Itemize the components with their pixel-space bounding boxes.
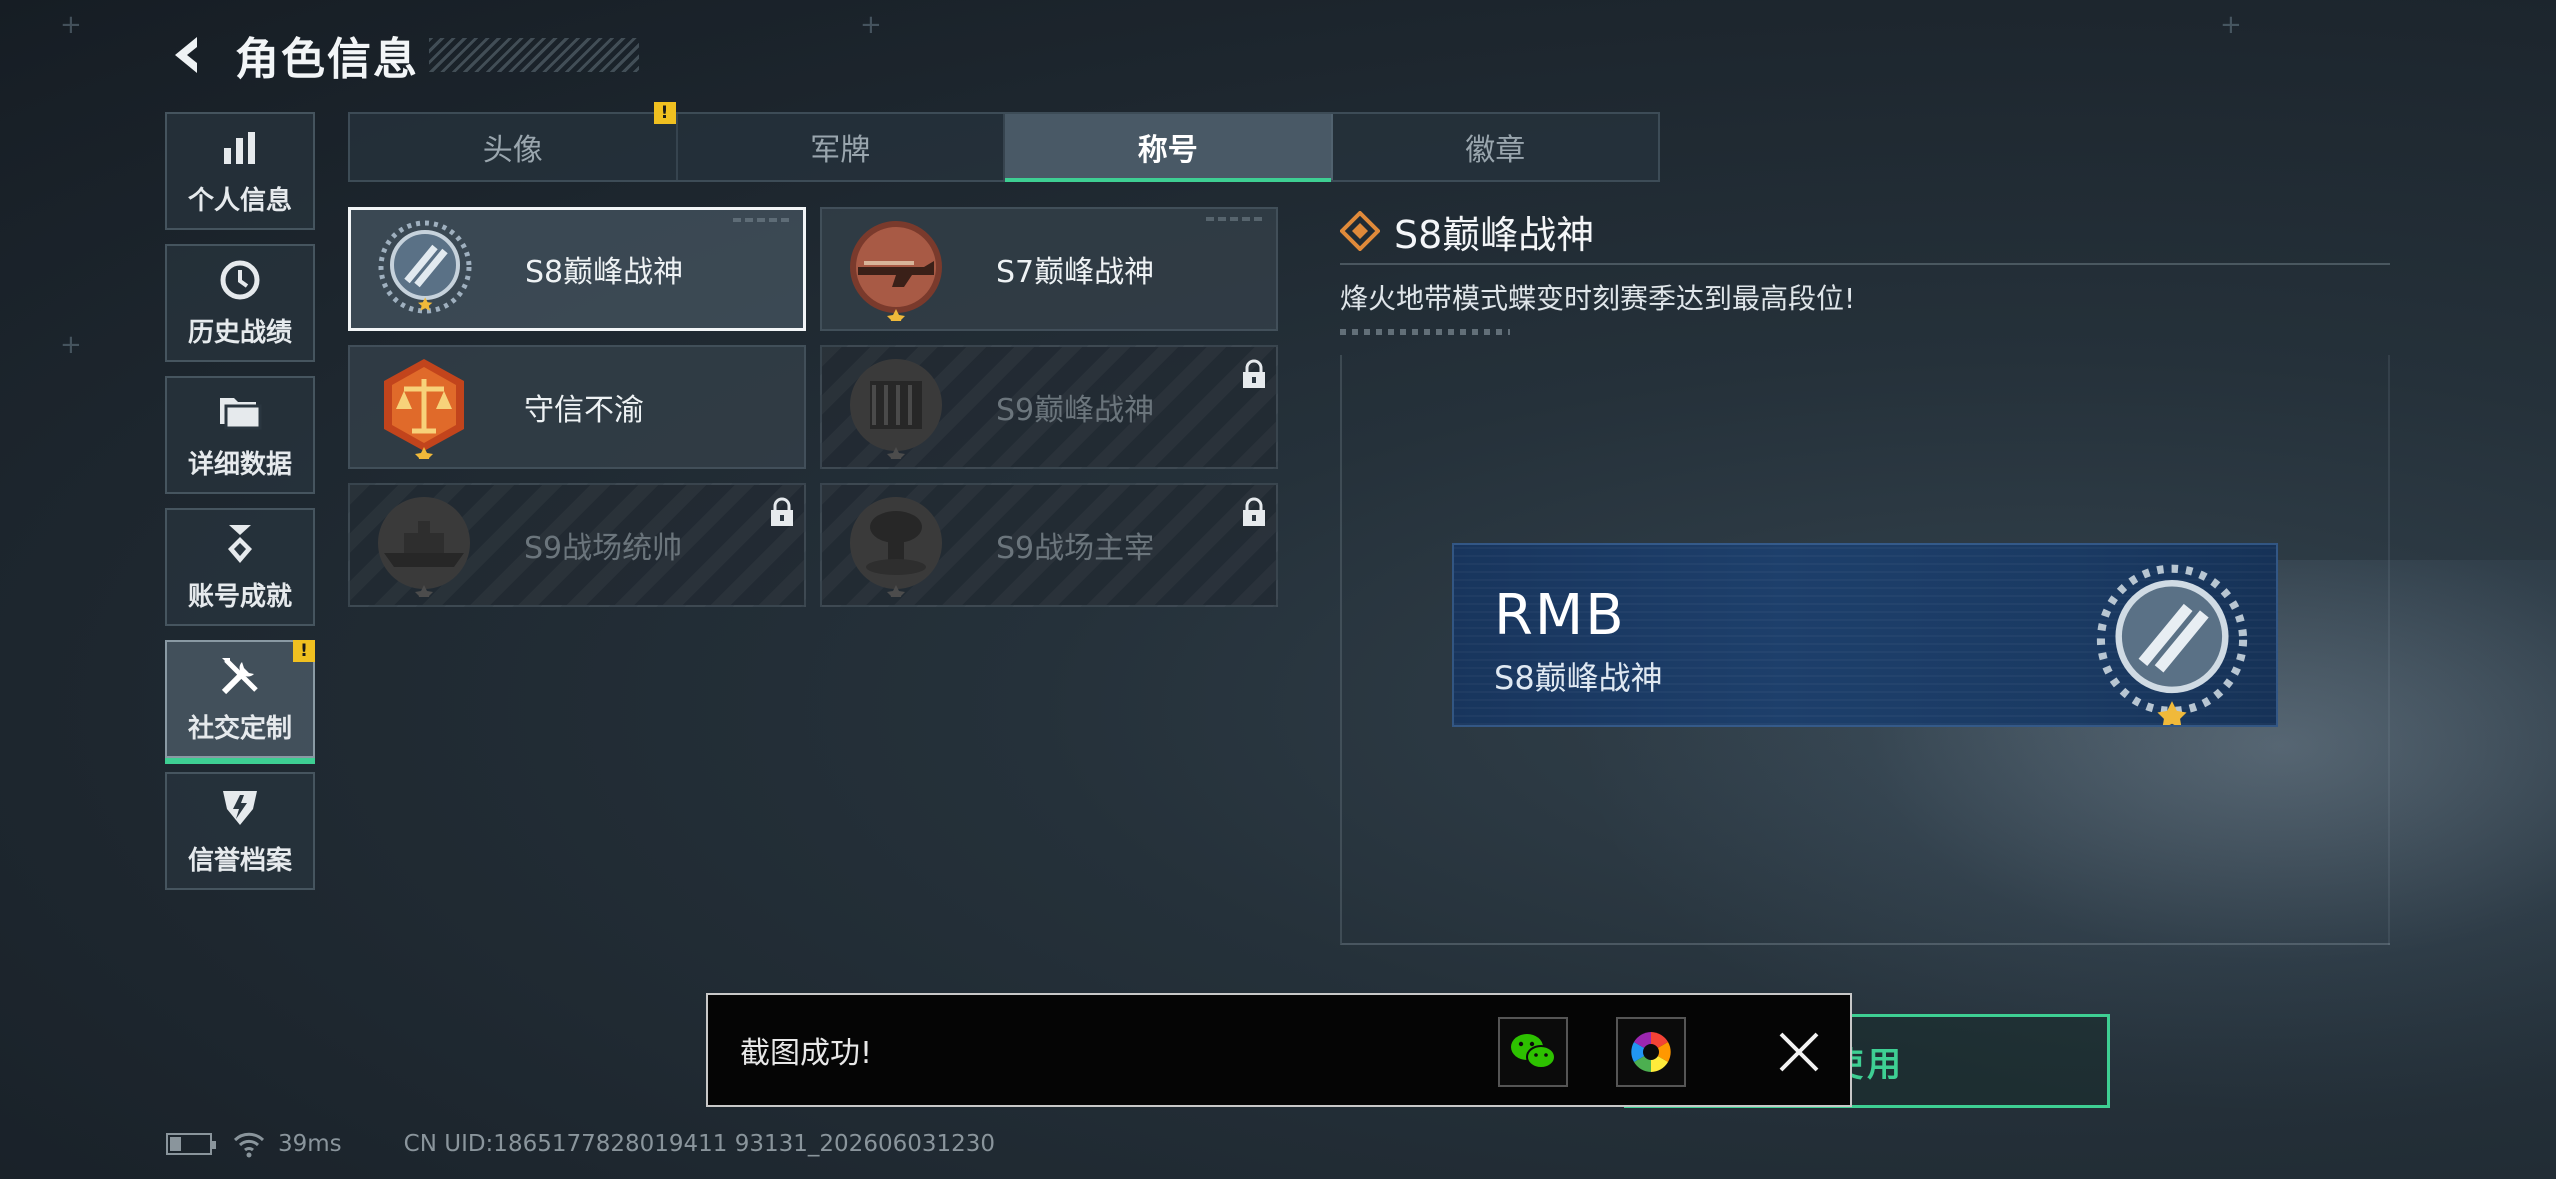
title-card-label: S9战场统帅	[524, 531, 683, 566]
warning-badge: !	[293, 640, 315, 662]
diamond-rank-icon	[1340, 211, 1380, 251]
share-wechat-button[interactable]	[1498, 1017, 1568, 1087]
title-category-tabs: 头像 ! 军牌 称号 徽章	[348, 102, 1660, 182]
warning-badge: !	[653, 102, 676, 124]
screenshot-toast: 截图成功!	[706, 993, 1852, 1107]
title-decoration	[429, 38, 639, 72]
tab-avatar[interactable]: 头像 !	[350, 102, 678, 180]
title-card-label: 守信不渝	[524, 393, 644, 428]
sidebar-item-label: 个人信息	[187, 185, 292, 216]
title-card-s7-peak[interactable]: S7巅峰战神	[820, 207, 1278, 331]
status-bar: 39ms CN UID:1865177828019411 93131_20260…	[166, 1128, 995, 1160]
sidebar-item-history[interactable]: 历史战绩	[165, 244, 315, 362]
s7-rifle-emblem-icon	[850, 221, 942, 321]
tab-badge[interactable]: 徽章	[1333, 114, 1659, 180]
description-decoration	[1340, 329, 1510, 335]
clock-icon	[218, 258, 262, 302]
title-card-s9-dominator[interactable]: S9战场主宰	[820, 483, 1278, 607]
title-card-s9-commander[interactable]: S9战场统帅	[348, 483, 806, 607]
title-card-label: S9巅峰战神	[996, 393, 1155, 428]
lock-icon	[771, 497, 793, 526]
grid-mark: +	[2220, 10, 2242, 40]
uid-readout: CN UID:1865177828019411 93131_2026060312…	[403, 1131, 996, 1157]
s9-explosion-emblem-icon	[850, 497, 942, 597]
title-card-trustworthy[interactable]: 守信不渝	[348, 345, 806, 469]
tab-label: 军牌	[810, 133, 871, 168]
bar-chart-icon	[218, 126, 262, 170]
detail-description: 烽火地带模式蝶变时刻赛季达到最高段位!	[1340, 282, 1856, 315]
s9-ship-emblem-icon	[378, 497, 470, 597]
title-card-label: S9战场主宰	[996, 531, 1155, 566]
tab-label: 称号	[1137, 133, 1198, 168]
toast-message: 截图成功!	[740, 1036, 873, 1071]
sidebar-item-details[interactable]: 详细数据	[165, 376, 315, 494]
tab-label: 徽章	[1465, 133, 1526, 168]
s8-laurel-emblem-icon	[378, 220, 472, 314]
tab-title[interactable]: 称号	[1005, 114, 1333, 182]
title-card-label: S8巅峰战神	[525, 255, 684, 290]
toast-close-button[interactable]	[1768, 1021, 1830, 1083]
wechat-icon	[1511, 1034, 1556, 1069]
sidebar-item-social-custom[interactable]: ! 社交定制	[165, 640, 315, 764]
tools-icon	[218, 654, 262, 698]
lock-icon	[1243, 359, 1265, 388]
share-album-button[interactable]	[1616, 1017, 1686, 1087]
preview-title: S8巅峰战神	[1494, 659, 1663, 697]
scales-emblem-icon	[384, 359, 464, 459]
divider	[1340, 263, 2390, 265]
sidebar-item-label: 社交定制	[187, 713, 292, 744]
s9-fortress-emblem-icon	[850, 359, 942, 459]
battery-icon	[166, 1133, 216, 1155]
sidebar-item-personal-info[interactable]: 个人信息	[165, 112, 315, 230]
sidebar-item-credit[interactable]: 信誉档案	[165, 772, 315, 890]
sidebar-item-label: 历史战绩	[187, 317, 292, 348]
sidebar-item-label: 信誉档案	[187, 845, 292, 876]
sidebar-item-label: 账号成就	[187, 581, 292, 612]
title-card-s9-peak[interactable]: S9巅峰战神	[820, 345, 1278, 469]
preview-player-name: RMB	[1494, 583, 1626, 648]
grid-mark: +	[60, 330, 82, 360]
detail-title: S8巅峰战神	[1394, 212, 1595, 257]
tab-label: 头像	[482, 133, 543, 168]
ping-readout: 39ms	[278, 1131, 342, 1157]
title-preview-banner: RMB S8巅峰战神	[1452, 543, 2278, 727]
folder-icon	[218, 390, 262, 434]
title-card-s8-peak[interactable]: S8巅峰战神	[348, 207, 806, 331]
s8-laurel-emblem-icon	[2096, 564, 2248, 725]
title-detail-panel: S8巅峰战神 烽火地带模式蝶变时刻赛季达到最高段位!	[1340, 205, 2390, 335]
back-arrow-icon	[175, 37, 197, 73]
medal-icon	[218, 522, 262, 566]
title-card-label: S7巅峰战神	[996, 255, 1155, 290]
page-header: 角色信息	[165, 22, 639, 88]
grid-mark: +	[860, 10, 882, 40]
wifi-icon	[233, 1132, 265, 1158]
page-title: 角色信息	[235, 34, 419, 85]
sidebar-item-achievements[interactable]: 账号成就	[165, 508, 315, 626]
sidebar-item-label: 详细数据	[187, 449, 292, 480]
card-decoration	[733, 218, 793, 222]
title-list: S8巅峰战神 S7巅峰战神 守信不渝 S9巅峰战神 S9战场统帅 S9战场主宰	[348, 207, 1280, 607]
back-button[interactable]	[165, 31, 213, 79]
album-icon	[1631, 1032, 1671, 1072]
shield-icon	[218, 786, 262, 830]
grid-mark: +	[60, 10, 82, 40]
tab-dogtag[interactable]: 军牌	[678, 114, 1005, 180]
close-icon	[1779, 1032, 1819, 1072]
lock-icon	[1243, 497, 1265, 526]
card-decoration	[1206, 217, 1266, 221]
sidebar: 个人信息 历史战绩 详细数据 账号成就 ! 社交定制 信誉档案	[165, 112, 315, 904]
